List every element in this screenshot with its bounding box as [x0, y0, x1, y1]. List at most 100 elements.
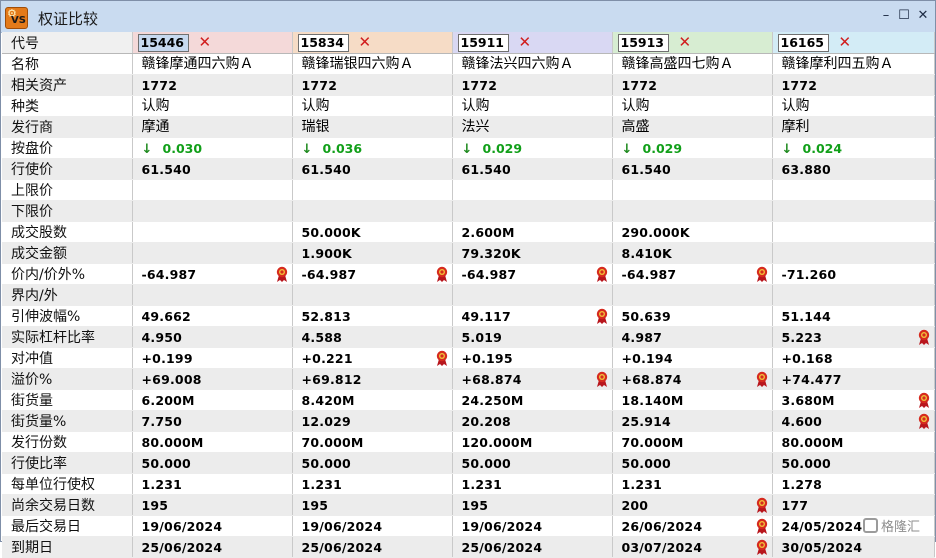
code-input[interactable]: 15446 [137, 34, 189, 52]
vs-gear-app-icon: ⚙ VS [5, 7, 28, 29]
row-strike: 行使价 61.540 61.540 61.540 61.540 63.880 [2, 158, 935, 180]
row-label: 行使价 [2, 158, 133, 180]
cell-value: 5.223 [781, 329, 823, 345]
cell-days-left-0: 195 [132, 494, 293, 516]
cell-code-0[interactable]: 15446 ✕ [132, 32, 293, 54]
row-outstanding: 街货量 6.200M 8.420M 24.250M 18.140M 3.680M [2, 389, 935, 411]
row-label: 发行份数 [2, 431, 133, 453]
cell-delta-2: +0.195 [452, 347, 613, 369]
code-input[interactable]: 16165 [777, 34, 829, 52]
cell-bid-1: ↓ 0.036 [292, 137, 453, 159]
row-label: 街货量 [2, 389, 133, 411]
minimize-icon[interactable]: – [877, 7, 895, 25]
cell-value: 1772 [301, 77, 338, 93]
row-label: 尚余交易日数 [2, 494, 133, 516]
row-label: 代号 [2, 32, 133, 54]
cell-code-1[interactable]: 15834 ✕ [292, 32, 453, 54]
cell-lower-limit-3 [612, 200, 773, 222]
red-x-close-icon[interactable]: ✕ [839, 34, 852, 50]
red-x-close-icon[interactable]: ✕ [679, 34, 692, 50]
row-label: 引伸波幅% [2, 305, 133, 327]
cell-outstanding-3: 18.140M [612, 389, 773, 411]
cell-issuer-1: 瑞银 [292, 116, 453, 138]
cell-premium-2: +68.874 [452, 368, 613, 390]
cell-eff-gearing-2: 5.019 [452, 326, 613, 348]
row-label: 按盘价 [2, 137, 133, 159]
cell-value: 290.000K [621, 224, 690, 240]
cell-implied-vol-0: 49.662 [132, 305, 293, 327]
cell-value: 8.420M [301, 392, 355, 408]
cell-premium-4: +74.477 [772, 368, 935, 390]
cell-days-left-3: 200 [612, 494, 773, 516]
row-moneyness: 价内/价外% -64.987 -64.987 -64.987 -64.987 -71.26… [2, 263, 935, 285]
cell-value: +0.168 [781, 350, 833, 366]
cell-type-4: 认购 [772, 95, 935, 117]
maximize-icon[interactable]: ☐ [895, 7, 913, 25]
cell-underlying-3: 1772 [612, 74, 773, 96]
cell-value: 4.588 [301, 329, 343, 345]
cell-value: 赣锋瑞银四六购Ａ [301, 55, 414, 72]
cell-value: 1772 [461, 77, 498, 93]
cell-volume-4 [772, 221, 935, 243]
code-input[interactable]: 15834 [297, 34, 349, 52]
cell-value: 120.000M [461, 434, 533, 450]
cell-implied-vol-3: 50.639 [612, 305, 773, 327]
cell-conv-ratio-3: 50.000 [612, 452, 773, 474]
bid-price-value: 0.024 [802, 140, 843, 156]
cell-value: 7.750 [141, 413, 183, 429]
cell-value: -64.987 [461, 266, 517, 282]
cell-code-3[interactable]: 15913 ✕ [612, 32, 773, 54]
cell-value: 1.900K [301, 245, 352, 261]
row-premium: 溢价% +69.008 +69.812 +68.874 +68.874 +74.477 [2, 368, 935, 390]
cell-name-3: 赣锋高盛四七购Ａ [612, 53, 773, 75]
row-days-left: 尚余交易日数 195 195 195 200 177 [2, 494, 935, 516]
red-x-close-icon[interactable]: ✕ [359, 34, 372, 50]
cell-implied-vol-1: 52.813 [292, 305, 453, 327]
cell-last-trade-2: 19/06/2024 [452, 515, 613, 537]
code-input[interactable]: 15911 [457, 34, 509, 52]
close-icon[interactable]: ✕ [914, 7, 932, 25]
cell-value: 认购 [781, 97, 810, 114]
cell-bid-4: ↓ 0.024 [772, 137, 935, 159]
cell-conv-ratio-2: 50.000 [452, 452, 613, 474]
code-input[interactable]: 15913 [617, 34, 669, 52]
cell-underlying-2: 1772 [452, 74, 613, 96]
cell-type-3: 认购 [612, 95, 773, 117]
red-x-close-icon[interactable]: ✕ [519, 34, 532, 50]
red-award-ribbon-icon [755, 371, 769, 388]
cell-value: 5.019 [461, 329, 503, 345]
red-award-ribbon-icon [755, 497, 769, 514]
row-label: 成交金额 [2, 242, 133, 264]
comparison-grid: 代号 15446 ✕ 15834 ✕ 15911 ✕ 15913 ✕ 16165 ✕ 名称 赣锋摩通四六… [2, 32, 935, 558]
row-outstanding-pct: 街货量% 7.750 12.029 20.208 25.914 4.600 [2, 410, 935, 432]
watermark-logo-icon [863, 518, 878, 533]
cell-turnover-2: 79.320K [452, 242, 613, 264]
title-bar: ⚙ VS 权证比较 – ☐ ✕ [1, 1, 935, 33]
cell-value: +68.874 [621, 371, 682, 387]
cell-underlying-4: 1772 [772, 74, 935, 96]
cell-value: 1772 [621, 77, 658, 93]
cell-code-4[interactable]: 16165 ✕ [772, 32, 935, 54]
cell-value: 19/06/2024 [141, 518, 223, 534]
cell-within-range-4 [772, 284, 935, 306]
row-label: 下限价 [2, 200, 133, 222]
cell-delta-3: +0.194 [612, 347, 773, 369]
bid-price-value: 0.029 [482, 140, 523, 156]
red-x-close-icon[interactable]: ✕ [199, 34, 212, 50]
cell-value: 摩通 [141, 118, 170, 135]
cell-value: 50.000 [141, 455, 191, 471]
green-down-arrow-icon: ↓ [461, 141, 473, 157]
green-down-arrow-icon: ↓ [781, 141, 793, 157]
cell-value: 63.880 [781, 161, 831, 177]
cell-implied-vol-4: 51.144 [772, 305, 935, 327]
cell-type-0: 认购 [132, 95, 293, 117]
row-issue-size: 发行份数 80.000M 70.000M 120.000M 70.000M 80.000M [2, 431, 935, 453]
cell-value: 70.000M [621, 434, 684, 450]
cell-code-2[interactable]: 15911 ✕ [452, 32, 613, 54]
cell-last-trade-3: 26/06/2024 [612, 515, 773, 537]
cell-value: 2.600M [461, 224, 515, 240]
cell-issuer-4: 摩利 [772, 116, 935, 138]
cell-value: 3.680M [781, 392, 835, 408]
row-label: 发行商 [2, 116, 133, 138]
cell-value: 61.540 [621, 161, 671, 177]
